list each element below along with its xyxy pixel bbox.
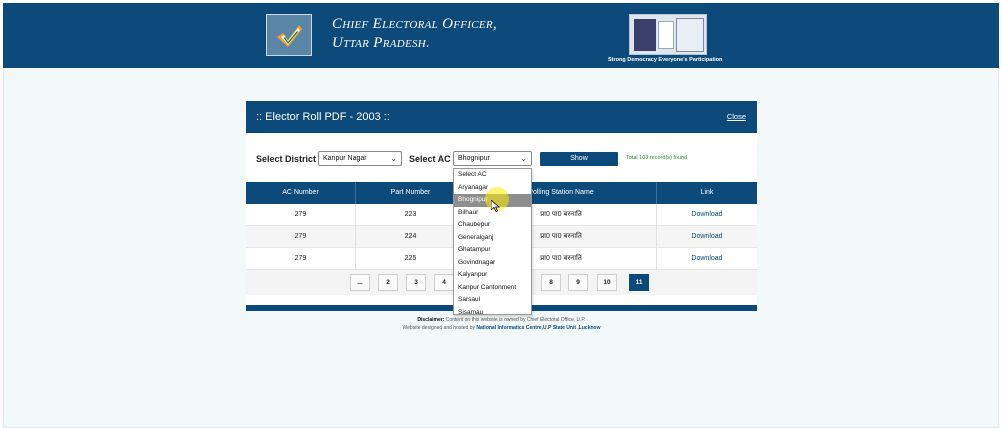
site-title-line1: Chief Electoral Officer, [332,16,497,32]
records-found-text: Total 103 record(s) found [626,155,688,161]
chevron-down-icon: ⌄ [520,154,527,163]
column-header-link: Link [700,189,714,196]
page-button-9[interactable]: 9 [568,274,588,291]
disclaimer-label: Disclaimer: [417,317,445,323]
ballot-check-icon [277,25,302,47]
cell-part-number: 224 [356,226,466,248]
show-button[interactable]: Show [540,152,618,166]
ac-label: Select AC [409,154,451,164]
panel-header: :: Elector Roll PDF - 2003 :: Close [246,101,757,133]
ac-option[interactable]: Aryanagar [454,182,531,195]
hosted-line: Website designed and hosted by National … [246,324,757,332]
page-button-8[interactable]: 8 [541,274,561,291]
district-label: Select District [256,154,317,164]
tagline: Strong Democracy Everyone's Participatio… [608,57,723,63]
page-button-4[interactable]: 4 [434,274,454,291]
cell-ac-number: 279 [246,226,356,248]
cell-part-number: 223 [356,204,466,226]
ac-select-value: Bhognipur [458,155,490,162]
cell-part-number: 225 [356,248,466,270]
column-header-ac-number: AC Number [246,182,356,204]
ac-option[interactable]: Sisamau [454,307,531,315]
cell-ac-number: 279 [246,204,356,226]
eci-logo [266,14,312,56]
ac-option[interactable]: Select AC [454,169,531,182]
page-button-ellipsis[interactable]: ... [350,274,370,291]
ac-select[interactable]: Bhognipur ⌄ [453,151,532,166]
page-button-3[interactable]: 3 [406,274,426,291]
disclaimer-line: Disclaimer: Content on this website is o… [246,316,757,324]
district-select[interactable]: Kanpur Nagar ⌄ [318,151,402,166]
mouse-pointer-icon [491,200,500,212]
disclaimer-text: Content on this website is owned by Chie… [444,317,586,323]
panel-title: :: Elector Roll PDF - 2003 :: [256,111,390,123]
ac-option[interactable]: Generalganj [454,232,531,245]
cell-ac-number: 279 [246,248,356,270]
ac-option[interactable]: Kanpur Cantonment [454,282,531,295]
ac-option[interactable]: Ghatampur [454,244,531,257]
download-link[interactable]: Download [657,248,757,270]
nic-link[interactable]: National Informatics Centre,U.P State Un… [476,325,600,331]
page-button-10[interactable]: 10 [597,274,617,291]
download-link[interactable]: Download [657,204,757,226]
page-button-11-active[interactable]: 11 [629,274,649,291]
download-link[interactable]: Download [657,226,757,248]
close-link[interactable]: Close [727,112,746,121]
ac-dropdown-list[interactable]: Select AC Aryanagar Bhognipur Bilhaur Ch… [453,168,532,315]
hosted-text: Website designed and hosted by [402,325,477,331]
footer: Disclaimer: Content on this website is o… [246,316,757,332]
ac-option[interactable]: Govindnagar [454,257,531,270]
ac-option[interactable]: Sarsaul [454,294,531,307]
chevron-down-icon: ⌄ [390,154,397,163]
ac-option[interactable]: Chaubepur [454,219,531,232]
evm-image [629,14,707,55]
column-header-part-number: Part Number [356,182,466,204]
ac-option[interactable]: Kalyanpur [454,269,531,282]
site-header [3,3,999,68]
site-title-line2: Uttar Pradesh. [332,35,431,51]
page-button-2[interactable]: 2 [378,274,398,291]
site-title: Chief Electoral Officer, Uttar Pradesh. [332,15,497,53]
district-select-value: Kanpur Nagar [323,155,367,162]
